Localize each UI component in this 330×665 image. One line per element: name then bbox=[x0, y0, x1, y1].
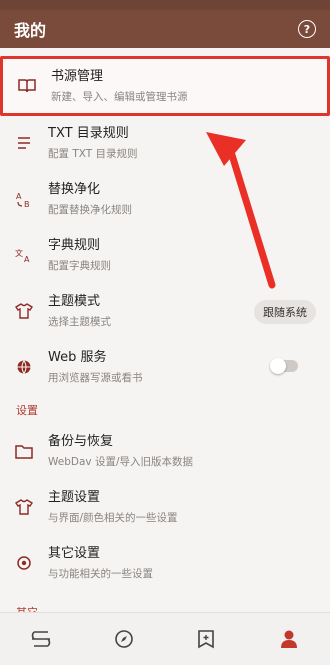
menu-item-title: 字典规则 bbox=[48, 237, 101, 253]
section-label-other: 其它 bbox=[16, 604, 38, 612]
globe-icon bbox=[0, 359, 48, 375]
folder-icon bbox=[0, 444, 48, 459]
menu-item-subtitle: 配置替换净化规则 bbox=[48, 203, 132, 216]
rss-bookmark-icon[interactable] bbox=[186, 619, 226, 659]
menu-item-subtitle: 与界面/颜色相关的一些设置 bbox=[48, 511, 178, 524]
status-bar bbox=[0, 0, 330, 10]
menu-item-subtitle: 新建、导入、编辑或管理书源 bbox=[51, 90, 188, 103]
translate-icon: 文A bbox=[0, 247, 48, 263]
settings-gear-icon bbox=[0, 555, 48, 571]
menu-item-subtitle: WebDav 设置/导入旧版本数据 bbox=[48, 455, 194, 468]
menu-item-subtitle: 与功能相关的一些设置 bbox=[48, 567, 153, 580]
menu-item-title: 备份与恢复 bbox=[48, 433, 114, 449]
svg-text:A: A bbox=[16, 192, 22, 201]
explore-icon[interactable] bbox=[104, 619, 144, 659]
tshirt-icon bbox=[0, 303, 48, 319]
menu-item-title: 其它设置 bbox=[48, 545, 101, 561]
menu-item-theme-settings[interactable]: 主题设置 与界面/颜色相关的一些设置 bbox=[0, 480, 330, 534]
menu-list: 书源管理 新建、导入、编辑或管理书源 TXT 目录规则 配置 TXT 目录规则 … bbox=[0, 48, 330, 612]
menu-item-book-source[interactable]: 书源管理 新建、导入、编辑或管理书源 bbox=[0, 56, 330, 116]
menu-item-title: 替换净化 bbox=[48, 181, 101, 197]
replace-icon: AB bbox=[0, 190, 48, 208]
menu-item-subtitle: 配置 TXT 目录规则 bbox=[48, 147, 138, 160]
menu-item-title: TXT 目录规则 bbox=[48, 125, 129, 141]
theme-mode-value[interactable]: 跟随系统 bbox=[254, 300, 316, 324]
menu-item-subtitle: 配置字典规则 bbox=[48, 259, 111, 272]
svg-text:文: 文 bbox=[15, 248, 23, 258]
svg-text:A: A bbox=[24, 255, 30, 263]
menu-item-title: 书源管理 bbox=[51, 68, 104, 84]
menu-item-theme-mode[interactable]: 主题模式 选择主题模式 跟随系统 bbox=[0, 284, 330, 338]
menu-item-other-settings[interactable]: 其它设置 与功能相关的一些设置 bbox=[0, 536, 330, 590]
menu-item-dictionary[interactable]: 文A 字典规则 配置字典规则 bbox=[0, 228, 330, 282]
svg-text:B: B bbox=[24, 200, 30, 208]
menu-item-txt-toc[interactable]: TXT 目录规则 配置 TXT 目录规则 bbox=[0, 116, 330, 170]
menu-item-replace[interactable]: AB 替换净化 配置替换净化规则 bbox=[0, 172, 330, 226]
my-icon[interactable] bbox=[269, 619, 309, 659]
help-icon[interactable]: ? bbox=[298, 20, 316, 38]
menu-item-title: 主题设置 bbox=[48, 489, 101, 505]
section-label-settings: 设置 bbox=[16, 404, 38, 417]
menu-item-backup[interactable]: 备份与恢复 WebDav 设置/导入旧版本数据 bbox=[0, 424, 330, 478]
page-title: 我的 bbox=[14, 21, 47, 40]
toggle-knob bbox=[270, 358, 286, 374]
toc-icon bbox=[0, 135, 48, 151]
tshirt-icon bbox=[0, 499, 48, 515]
book-open-icon bbox=[3, 78, 51, 94]
menu-item-web-service[interactable]: Web 服务 用浏览器写源或看书 bbox=[0, 340, 330, 394]
web-service-toggle[interactable] bbox=[270, 358, 298, 374]
bookshelf-icon[interactable] bbox=[21, 619, 61, 659]
bottom-nav bbox=[0, 612, 330, 665]
